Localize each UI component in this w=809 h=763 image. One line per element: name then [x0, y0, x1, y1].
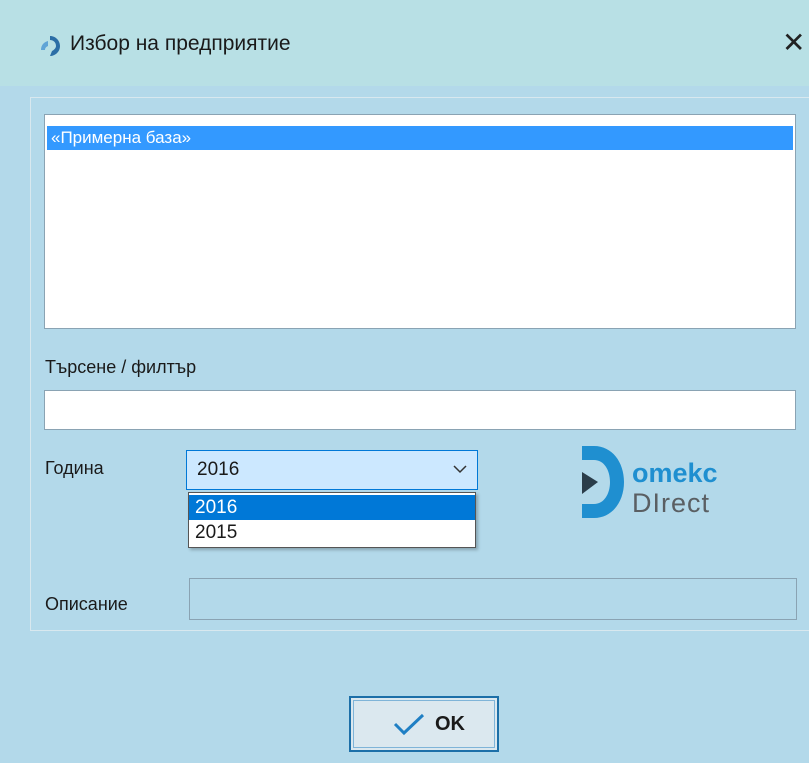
year-select[interactable]: 2016: [186, 450, 478, 490]
window-title: Избор на предприятие: [70, 32, 291, 55]
year-option-2016[interactable]: 2016: [189, 495, 475, 520]
company-list-item[interactable]: «Примерна база»: [47, 126, 793, 150]
title-bar: Избор на предприятие ✕: [0, 0, 809, 86]
app-logo-icon: [41, 36, 60, 56]
year-dropdown-list: 2016 2015: [188, 492, 476, 548]
year-option-2015[interactable]: 2015: [189, 520, 475, 545]
checkmark-icon: [393, 713, 425, 736]
ok-button[interactable]: OK: [349, 696, 499, 752]
ok-button-label: OK: [435, 713, 465, 735]
description-label: Описание: [45, 594, 128, 614]
filter-label: Търсене / филтър: [45, 357, 197, 377]
chevron-down-icon: [453, 465, 467, 474]
company-listbox[interactable]: «Примерна база»: [44, 114, 796, 329]
year-label: Година: [45, 458, 104, 478]
close-button[interactable]: ✕: [782, 26, 809, 60]
description-field: [189, 578, 797, 620]
logo-d-mark-icon: [582, 446, 624, 518]
logo-bottom-text: DIrect: [632, 488, 711, 518]
logo-top-text: omekc: [632, 458, 718, 488]
omeks-direct-logo: omekc DIrect: [578, 444, 778, 524]
close-icon: ✕: [782, 27, 806, 58]
year-select-value: 2016: [197, 459, 240, 480]
filter-input[interactable]: [44, 390, 796, 430]
